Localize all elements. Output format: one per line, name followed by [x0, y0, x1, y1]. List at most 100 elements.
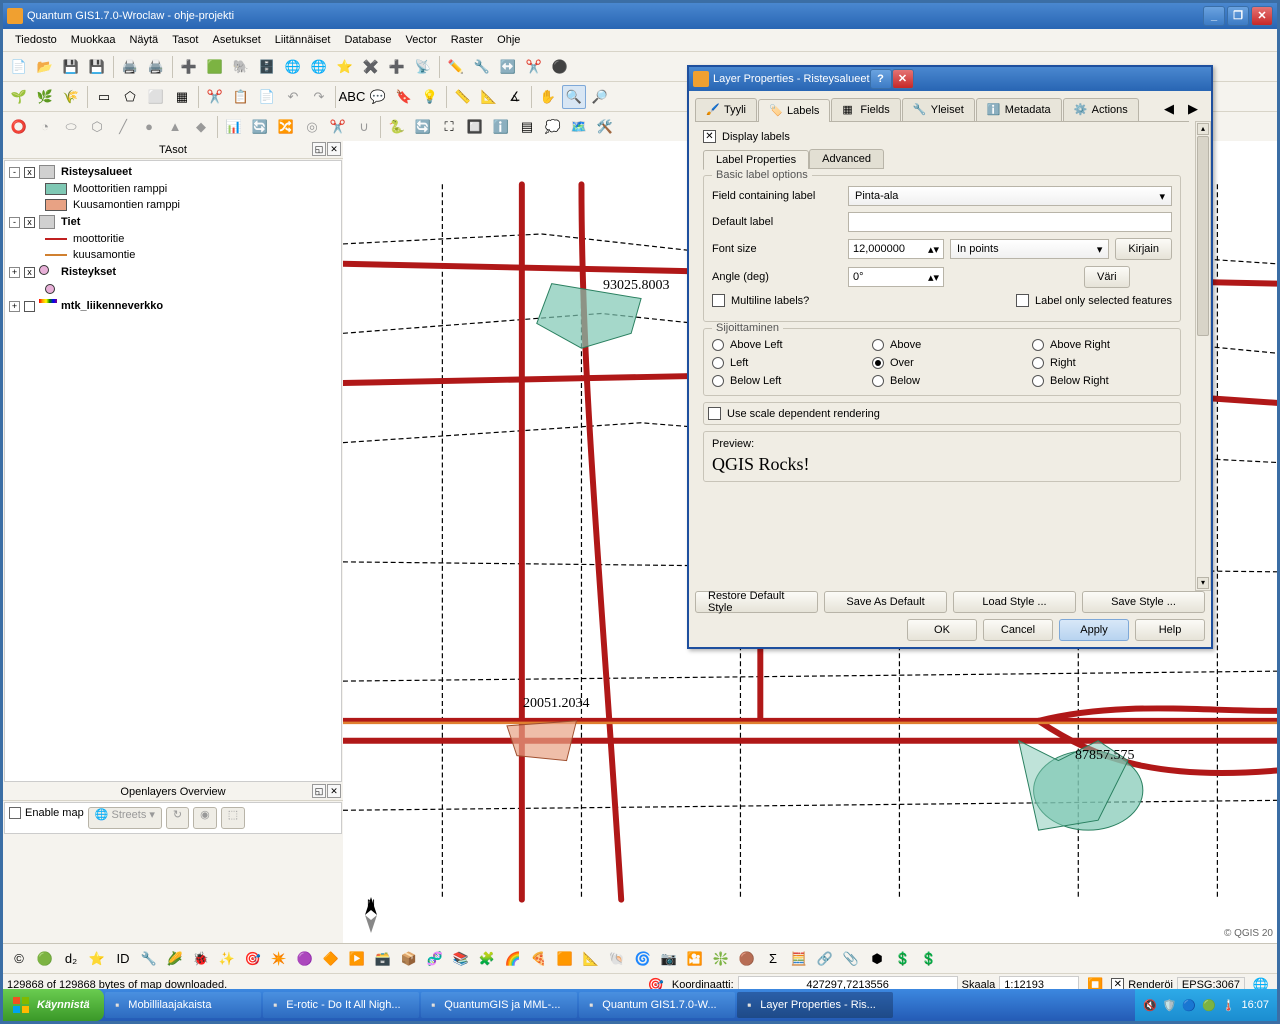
new-shapefile-icon[interactable]: ⭐ [333, 55, 357, 79]
restore-default-stylebutton[interactable]: Restore Default Style [695, 591, 818, 613]
subtab-advanced[interactable]: Advanced [809, 149, 884, 169]
enable-map-checkbox[interactable] [9, 807, 21, 819]
edit-toggle-icon[interactable]: ✏️ [444, 55, 468, 79]
identify-icon[interactable]: ℹ️ [489, 115, 513, 139]
buffer-icon[interactable]: ◎ [300, 115, 324, 139]
table-icon[interactable]: ▤ [515, 115, 539, 139]
save-as-defaultbutton[interactable]: Save As Default [824, 591, 947, 613]
select-tool-icon[interactable]: ▭ [92, 85, 116, 109]
node-tool-icon[interactable]: 🔧 [470, 55, 494, 79]
plugin-icon[interactable]: 🎦 [683, 947, 707, 971]
grass-region-icon[interactable]: 🌿 [33, 85, 57, 109]
cut-icon[interactable]: ✂️ [203, 85, 227, 109]
overview-btn3[interactable]: ⬚ [221, 807, 245, 829]
save-style-button[interactable]: Save Style ... [1082, 591, 1205, 613]
plugin-icon[interactable]: ✨ [215, 947, 239, 971]
tab-next-button[interactable]: ▶ [1181, 97, 1205, 121]
menu-liitännäiset[interactable]: Liitännäiset [269, 32, 337, 48]
zoom-full-icon[interactable]: ⛶ [437, 115, 461, 139]
plugin-icon[interactable]: 🌈 [501, 947, 525, 971]
add-layer-icon[interactable]: ➕ [385, 55, 409, 79]
radio-icon[interactable] [872, 357, 884, 369]
draw-circle-icon[interactable]: ⭕ [7, 115, 31, 139]
plugin-icon[interactable]: 📚 [449, 947, 473, 971]
plugin-icon[interactable]: 🍕 [527, 947, 551, 971]
menu-tiedosto[interactable]: Tiedosto [9, 32, 63, 48]
map-tips-icon[interactable]: 💭 [541, 115, 565, 139]
gps-icon[interactable]: 📡 [411, 55, 435, 79]
visibility-checkbox[interactable]: x [24, 267, 35, 278]
plugin-icon[interactable]: 📷 [657, 947, 681, 971]
placement-above-right[interactable]: Above Right [1032, 339, 1172, 351]
plugin-icon[interactable]: ⭐ [85, 947, 109, 971]
menu-muokkaa[interactable]: Muokkaa [65, 32, 122, 48]
dialog-help-button[interactable]: ? [870, 69, 892, 89]
draw-ellipse-icon[interactable]: ⬭ [59, 115, 83, 139]
taskbar-item[interactable]: ▫️E-rotic - Do It All Nigh... [263, 992, 419, 1018]
plugin-icon[interactable]: 🟢 [33, 947, 57, 971]
label-tool-icon[interactable]: ABC [340, 85, 364, 109]
deselect-icon[interactable]: ⬜ [144, 85, 168, 109]
plugin-icon[interactable]: 🔗 [813, 947, 837, 971]
tab-prev-button[interactable]: ◀ [1157, 97, 1181, 121]
cancel-button[interactable]: Cancel [983, 619, 1053, 641]
plugin-icon[interactable]: 🟣 [293, 947, 317, 971]
plugin-icon[interactable]: ID [111, 947, 135, 971]
add-wfs-icon[interactable]: 🌐 [307, 55, 331, 79]
plugin-icon[interactable]: 🐚 [605, 947, 629, 971]
apply-button[interactable]: Apply [1059, 619, 1129, 641]
visibility-checkbox[interactable] [24, 301, 35, 312]
layer-row[interactable]: + x Risteykset [7, 263, 339, 281]
overview-basemap-select[interactable]: 🌐 Streets ▾ [88, 807, 162, 829]
zoom-in-icon[interactable]: 🔍 [562, 85, 586, 109]
layer-row[interactable]: - x Risteysalueet [7, 163, 339, 181]
measure-line-icon[interactable]: 📏 [451, 85, 475, 109]
save-project-icon[interactable]: 💾 [59, 55, 83, 79]
redo-icon[interactable]: ↷ [307, 85, 331, 109]
menu-raster[interactable]: Raster [445, 32, 489, 48]
new-project-icon[interactable]: 📄 [7, 55, 31, 79]
layer-row[interactable]: - x Tiet [7, 213, 339, 231]
geom-tool2-icon[interactable]: ◆ [189, 115, 213, 139]
placement-below[interactable]: Below [872, 375, 1012, 387]
plugin-icon[interactable]: 📦 [397, 947, 421, 971]
subtab-label-properties[interactable]: Label Properties [703, 150, 809, 170]
overview-btn2[interactable]: ◉ [193, 807, 217, 829]
grass-tools-icon[interactable]: 🌱 [7, 85, 31, 109]
tray-icon[interactable]: 🟢 [1202, 999, 1216, 1012]
taskbar-item[interactable]: ▫️Layer Properties - Ris... [737, 992, 893, 1018]
taskbar-item[interactable]: ▫️Mobillilaajakaista [105, 992, 261, 1018]
plugin-icon[interactable]: 🔧 [137, 947, 161, 971]
expand-icon[interactable]: - [9, 167, 20, 178]
ok-button[interactable]: OK [907, 619, 977, 641]
add-vector-icon[interactable]: ➕ [177, 55, 201, 79]
plugin-icon[interactable]: ⬢ [865, 947, 889, 971]
add-raster-icon[interactable]: 🟩 [203, 55, 227, 79]
dialog-close-button[interactable]: ✕ [892, 69, 914, 89]
plugin-icon[interactable]: 🧬 [423, 947, 447, 971]
font-units-select[interactable]: In points▾ [950, 239, 1109, 259]
overview-btn1[interactable]: ↻ [166, 807, 189, 829]
open-project-icon[interactable]: 📂 [33, 55, 57, 79]
gdal-icon[interactable]: 🛠️ [593, 115, 617, 139]
overview-close-button[interactable]: ✕ [327, 784, 341, 798]
plugin-icon[interactable]: ✴️ [267, 947, 291, 971]
split-icon[interactable]: ✂️ [522, 55, 546, 79]
selected-only-checkbox[interactable] [1016, 294, 1029, 307]
plugin-icon[interactable]: 🐞 [189, 947, 213, 971]
capture-point-icon[interactable]: ⚫ [548, 55, 572, 79]
draw-arc-icon[interactable]: ◔ [33, 115, 57, 139]
layer-row[interactable]: + mtk_liikenneverkko [7, 297, 339, 315]
undo-icon[interactable]: ↶ [281, 85, 305, 109]
zoom-out-icon[interactable]: 🔎 [588, 85, 612, 109]
color-button[interactable]: Väri [1084, 266, 1130, 288]
plugin-icon[interactable]: 🌽 [163, 947, 187, 971]
save-as-icon[interactable]: 💾 [85, 55, 109, 79]
plugin-icon[interactable]: 💲 [917, 947, 941, 971]
tray-icon[interactable]: 🌡️ [1222, 999, 1236, 1012]
visibility-checkbox[interactable]: x [24, 167, 35, 178]
tab-labels[interactable]: 🏷️Labels [758, 99, 830, 122]
draw-poly-icon[interactable]: ⬡ [85, 115, 109, 139]
overview-detach-button[interactable]: ◱ [312, 784, 326, 798]
expand-icon[interactable]: + [9, 267, 20, 278]
